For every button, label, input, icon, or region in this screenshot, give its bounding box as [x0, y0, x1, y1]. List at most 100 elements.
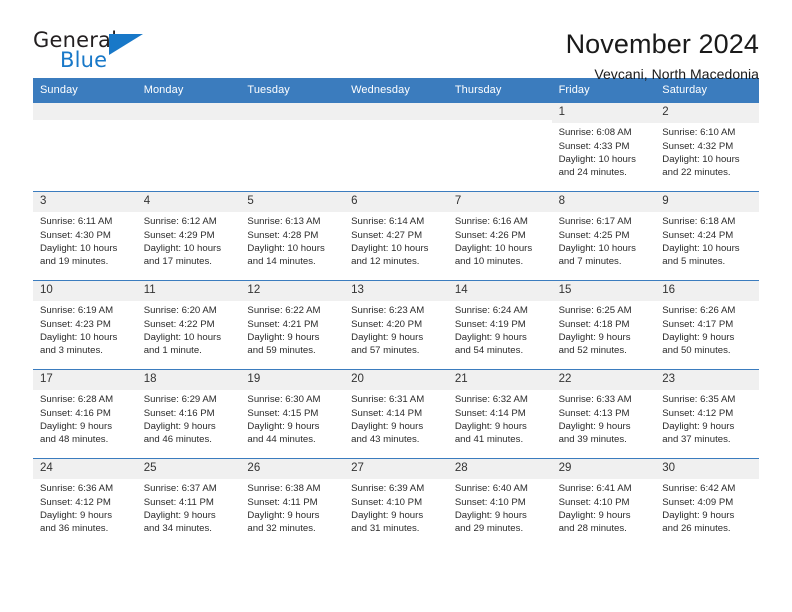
day-daylight-text: and 39 minutes.	[558, 433, 627, 445]
day-sunset-text: Sunset: 4:24 PM	[662, 229, 734, 241]
day-sunrise-text: Sunrise: 6:26 AM	[662, 305, 736, 317]
day-number: 25	[136, 459, 241, 480]
calendar-day-cell[interactable]: 2 Sunrise: 6:10 AM Sunset: 4:32 PM Daylight…	[655, 103, 759, 191]
weekday-header-friday: Friday	[558, 84, 590, 96]
day-daylight-text: Daylight: 9 hours	[40, 420, 112, 432]
day-number: 17	[33, 370, 137, 391]
calendar-day-cell[interactable]: 22 Sunrise: 6:33 AM Sunset: 4:13 PM Dayligh…	[551, 370, 656, 458]
calendar-day-cell[interactable]: 19 Sunrise: 6:30 AM Sunset: 4:15 PM Dayligh…	[240, 370, 345, 458]
day-sunset-text: Sunset: 4:12 PM	[40, 496, 111, 508]
day-sunset-text: Sunset: 4:19 PM	[454, 318, 526, 330]
day-sunset-text: Sunset: 4:23 PM	[40, 318, 111, 330]
day-number: 2	[655, 103, 759, 124]
day-daylight-text: and 32 minutes.	[247, 522, 316, 534]
day-daylight-text: Daylight: 9 hours	[247, 420, 320, 432]
calendar-day-cell[interactable]: 20 Sunrise: 6:31 AM Sunset: 4:14 PM Dayligh…	[344, 370, 448, 458]
calendar-day-cell[interactable]: 5 Sunrise: 6:13 AM Sunset: 4:28 PM Daylight…	[240, 192, 345, 280]
calendar-day-cell[interactable]: 26 Sunrise: 6:38 AM Sunset: 4:11 PM Dayligh…	[240, 459, 345, 547]
day-sunset-text: Sunset: 4:11 PM	[247, 496, 318, 508]
day-daylight-text: Daylight: 9 hours	[143, 420, 216, 432]
weekday-header-wednesday: Wednesday	[351, 84, 410, 96]
weekday-header-tuesday: Tuesday	[247, 84, 290, 96]
day-daylight-text: and 5 minutes.	[662, 255, 726, 267]
calendar-week-row: 10 Sunrise: 6:19 AM Sunset: 4:23 PM Dayligh…	[33, 280, 759, 369]
day-number: 5	[240, 192, 345, 213]
day-sunset-text: Sunset: 4:29 PM	[143, 229, 215, 241]
day-sun-info: Sunrise: 6:18 AM Sunset: 4:24 PM Daylight:…	[655, 212, 759, 267]
day-daylight-text: and 52 minutes.	[558, 344, 627, 356]
day-sunrise-text: Sunrise: 6:33 AM	[558, 394, 632, 406]
day-sunset-text: Sunset: 4:14 PM	[454, 407, 526, 419]
day-daylight-text: Daylight: 10 hours	[662, 242, 740, 254]
calendar-week-row: 1 Sunrise: 6:08 AM Sunset: 4:33 PM Daylight…	[33, 103, 759, 191]
day-sunrise-text: Sunrise: 6:42 AM	[662, 483, 736, 495]
day-daylight-text: and 28 minutes.	[558, 522, 627, 534]
day-number	[344, 103, 448, 121]
day-daylight-text: Daylight: 9 hours	[351, 331, 424, 343]
day-daylight-text: Daylight: 10 hours	[558, 242, 636, 254]
calendar-day-cell-empty	[136, 103, 241, 191]
day-sunrise-text: Sunrise: 6:22 AM	[247, 305, 321, 317]
day-daylight-text: Daylight: 10 hours	[558, 153, 636, 165]
day-sun-info: Sunrise: 6:39 AM Sunset: 4:10 PM Daylight:…	[344, 479, 448, 534]
calendar-day-cell[interactable]: 15 Sunrise: 6:25 AM Sunset: 4:18 PM Dayligh…	[551, 281, 656, 369]
day-sunset-text: Sunset: 4:30 PM	[40, 229, 111, 241]
calendar-day-cell[interactable]: 3 Sunrise: 6:11 AM Sunset: 4:30 PM Daylight…	[33, 192, 137, 280]
day-sunrise-text: Sunrise: 6:10 AM	[662, 127, 736, 139]
calendar-day-cell[interactable]: 4 Sunrise: 6:12 AM Sunset: 4:29 PM Daylight…	[136, 192, 241, 280]
day-daylight-text: and 19 minutes.	[40, 255, 109, 267]
day-daylight-text: Daylight: 10 hours	[351, 242, 429, 254]
day-number: 6	[344, 192, 448, 213]
day-sunset-text: Sunset: 4:12 PM	[662, 407, 734, 419]
calendar-day-cell[interactable]: 24 Sunrise: 6:36 AM Sunset: 4:12 PM Dayligh…	[33, 459, 137, 547]
day-daylight-text: and 43 minutes.	[351, 433, 420, 445]
day-sunrise-text: Sunrise: 6:40 AM	[454, 483, 528, 495]
calendar-day-cell[interactable]: 16 Sunrise: 6:26 AM Sunset: 4:17 PM Dayligh…	[655, 281, 759, 369]
calendar-day-cell[interactable]: 8 Sunrise: 6:17 AM Sunset: 4:25 PM Daylight…	[551, 192, 656, 280]
day-number: 14	[447, 281, 552, 302]
calendar-day-cell[interactable]: 11 Sunrise: 6:20 AM Sunset: 4:22 PM Dayligh…	[136, 281, 241, 369]
day-sunrise-text: Sunrise: 6:19 AM	[40, 305, 114, 317]
calendar-day-cell[interactable]: 1 Sunrise: 6:08 AM Sunset: 4:33 PM Daylight…	[551, 103, 656, 191]
calendar-day-cell[interactable]: 29 Sunrise: 6:41 AM Sunset: 4:10 PM Dayligh…	[551, 459, 656, 547]
calendar-day-cell[interactable]: 21 Sunrise: 6:32 AM Sunset: 4:14 PM Dayligh…	[447, 370, 552, 458]
day-number: 1	[551, 103, 656, 124]
calendar-day-cell[interactable]: 9 Sunrise: 6:18 AM Sunset: 4:24 PM Daylight…	[655, 192, 759, 280]
general-blue-logo[interactable]: General Blue	[33, 28, 153, 76]
day-sunrise-text: Sunrise: 6:12 AM	[143, 216, 217, 228]
day-sunrise-text: Sunrise: 6:14 AM	[351, 216, 425, 228]
calendar-day-cell[interactable]: 7 Sunrise: 6:16 AM Sunset: 4:26 PM Daylight…	[447, 192, 552, 280]
calendar-day-cell[interactable]: 18 Sunrise: 6:29 AM Sunset: 4:16 PM Dayligh…	[136, 370, 241, 458]
calendar-day-cell[interactable]: 30 Sunrise: 6:42 AM Sunset: 4:09 PM Dayligh…	[655, 459, 759, 547]
day-sun-info: Sunrise: 6:33 AM Sunset: 4:13 PM Daylight:…	[552, 390, 656, 445]
day-sun-info: Sunrise: 6:20 AM Sunset: 4:22 PM Daylight:…	[137, 301, 241, 356]
day-sun-info: Sunrise: 6:36 AM Sunset: 4:12 PM Daylight:…	[33, 479, 137, 534]
day-daylight-text: Daylight: 9 hours	[143, 509, 216, 521]
day-sunrise-text: Sunrise: 6:17 AM	[558, 216, 632, 228]
day-daylight-text: and 57 minutes.	[351, 344, 420, 356]
calendar-day-cell[interactable]: 28 Sunrise: 6:40 AM Sunset: 4:10 PM Dayligh…	[447, 459, 552, 547]
calendar-day-cell[interactable]: 13 Sunrise: 6:23 AM Sunset: 4:20 PM Dayligh…	[344, 281, 448, 369]
day-sunrise-text: Sunrise: 6:38 AM	[247, 483, 321, 495]
calendar-day-cell[interactable]: 27 Sunrise: 6:39 AM Sunset: 4:10 PM Dayligh…	[344, 459, 448, 547]
calendar-day-cell[interactable]: 23 Sunrise: 6:35 AM Sunset: 4:12 PM Dayligh…	[655, 370, 759, 458]
weekday-header-monday: Monday	[143, 84, 184, 96]
day-sunrise-text: Sunrise: 6:20 AM	[143, 305, 217, 317]
day-sun-info: Sunrise: 6:10 AM Sunset: 4:32 PM Daylight:…	[655, 123, 759, 178]
calendar-day-cell[interactable]: 12 Sunrise: 6:22 AM Sunset: 4:21 PM Dayligh…	[240, 281, 345, 369]
day-sunrise-text: Sunrise: 6:16 AM	[454, 216, 528, 228]
calendar-day-cell[interactable]: 25 Sunrise: 6:37 AM Sunset: 4:11 PM Dayligh…	[136, 459, 241, 547]
day-daylight-text: Daylight: 9 hours	[454, 331, 527, 343]
day-daylight-text: and 1 minute.	[143, 344, 202, 356]
calendar-day-cell[interactable]: 6 Sunrise: 6:14 AM Sunset: 4:27 PM Daylight…	[344, 192, 448, 280]
day-sunrise-text: Sunrise: 6:41 AM	[558, 483, 632, 495]
day-sun-info: Sunrise: 6:14 AM Sunset: 4:27 PM Daylight:…	[344, 212, 448, 267]
calendar-day-cell[interactable]: 14 Sunrise: 6:24 AM Sunset: 4:19 PM Dayligh…	[447, 281, 552, 369]
day-sunrise-text: Sunrise: 6:31 AM	[351, 394, 425, 406]
calendar-day-cell[interactable]: 10 Sunrise: 6:19 AM Sunset: 4:23 PM Dayligh…	[33, 281, 137, 369]
day-number: 28	[447, 459, 552, 480]
day-number	[240, 103, 345, 121]
day-daylight-text: and 48 minutes.	[40, 433, 109, 445]
calendar-day-cell[interactable]: 17 Sunrise: 6:28 AM Sunset: 4:16 PM Dayligh…	[33, 370, 137, 458]
day-daylight-text: Daylight: 9 hours	[351, 420, 424, 432]
